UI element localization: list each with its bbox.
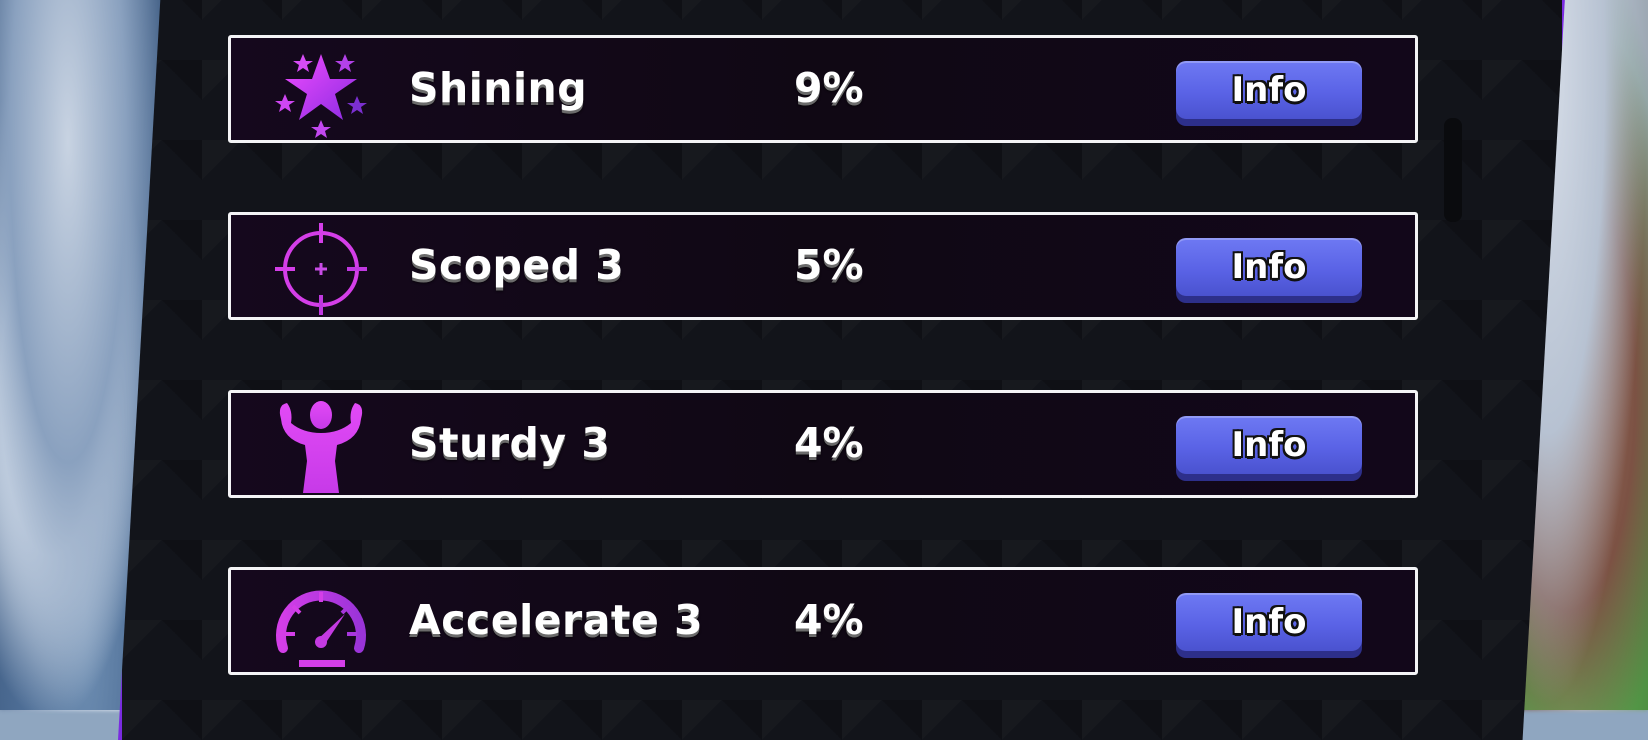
- speedometer-icon: [273, 578, 369, 670]
- info-button[interactable]: Info: [1176, 593, 1362, 651]
- enchant-row-scoped-3: Scoped 3 5% Info: [228, 212, 1418, 320]
- flexing-person-icon: [273, 401, 369, 493]
- enchant-chance: 4%: [794, 419, 864, 467]
- enchant-name: Shining: [409, 64, 588, 112]
- crosshair-icon: [273, 223, 369, 315]
- enchant-chance: 9%: [794, 64, 864, 112]
- shining-stars-icon: [273, 46, 369, 138]
- info-button[interactable]: Info: [1176, 416, 1362, 474]
- enchant-name: Scoped 3: [409, 241, 625, 289]
- enchant-row-sturdy-3: Sturdy 3 4% Info: [228, 390, 1418, 498]
- enchant-row-accelerate-3: Accelerate 3 4% Info: [228, 567, 1418, 675]
- scrollbar[interactable]: [1444, 118, 1462, 222]
- enchant-row-shining: Shining 9% Info: [228, 35, 1418, 143]
- enchant-chance: 4%: [794, 596, 864, 644]
- info-button[interactable]: Info: [1176, 61, 1362, 119]
- info-button[interactable]: Info: [1176, 238, 1362, 296]
- enchant-name: Accelerate 3: [409, 596, 704, 644]
- enchant-name: Sturdy 3: [409, 419, 611, 467]
- enchant-chance: 5%: [794, 241, 864, 289]
